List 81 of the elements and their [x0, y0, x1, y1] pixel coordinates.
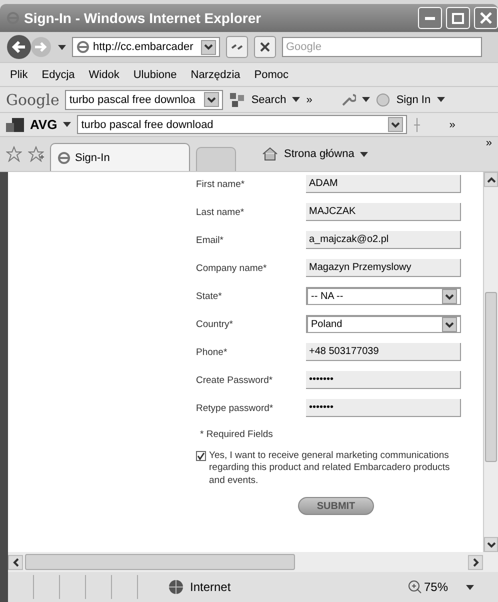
consent-text: Yes, I want to receive general marketing communications regarding this product and related Embarcadero products and events.: [209, 450, 451, 488]
browser-logo-icon: [6, 11, 20, 25]
refresh-button[interactable]: [226, 36, 248, 58]
shield-logo-icon: [6, 118, 24, 132]
vertical-scrollbar[interactable]: [483, 172, 498, 552]
input-field[interactable]: a_majczak@o2.pl: [306, 231, 461, 249]
field-label: Retype password*: [196, 402, 274, 414]
zoom-level[interactable]: 75%: [424, 580, 448, 594]
chevron-icon: [207, 96, 216, 102]
toolbar-search-field[interactable]: turbo pascal free downloa: [65, 90, 224, 110]
sign-in-button[interactable]: Sign In: [396, 94, 431, 106]
submit-button[interactable]: SUBMIT: [298, 497, 374, 516]
chevron-icon: [204, 44, 213, 50]
input-field[interactable]: +48 503177039: [306, 343, 461, 361]
favorites-star-icon[interactable]: [6, 146, 22, 162]
horizontal-scrollbar[interactable]: [0, 552, 498, 572]
more-button[interactable]: »: [306, 94, 312, 106]
more-button[interactable]: »: [449, 118, 456, 130]
field-label: Company name*: [196, 262, 268, 274]
menu-item[interactable]: Plik: [6, 68, 32, 80]
home-button[interactable]: Strona główna: [284, 148, 354, 160]
browser-logo-icon: [76, 40, 90, 54]
close-icon: [260, 42, 270, 52]
caret-icon: [362, 97, 370, 102]
required-note: * Required Fields: [200, 429, 274, 440]
caret-icon: [360, 152, 368, 156]
close-icon: [480, 12, 492, 24]
maximize-button[interactable]: [446, 7, 470, 29]
menu-item[interactable]: Widok: [84, 68, 124, 80]
field-label: Email*: [196, 234, 224, 246]
address-field[interactable]: http://cc.embarcader: [72, 37, 220, 57]
field-label: Create Password*: [196, 374, 274, 386]
select-field[interactable]: Poland: [306, 315, 461, 333]
caret-icon: [58, 44, 66, 50]
caret-icon: [63, 122, 72, 127]
browser-logo-icon: [57, 150, 71, 164]
menu-item[interactable]: Pomoc: [250, 68, 293, 80]
input-field[interactable]: MAJCZAK: [306, 203, 461, 221]
field-label: Last name*: [196, 206, 246, 218]
minimize-icon: [425, 16, 435, 20]
window-title: Sign-In - Windows Internet Explorer: [24, 10, 262, 26]
consent-checkbox[interactable]: [196, 451, 206, 461]
menu-item[interactable]: Narzędzia: [186, 68, 244, 80]
caret-icon: [292, 97, 300, 102]
input-field[interactable]: ADAM: [306, 175, 461, 193]
toolbar-search-field[interactable]: turbo pascal free download: [77, 115, 408, 134]
globe-icon: [168, 579, 184, 595]
field-label: State*: [196, 290, 223, 302]
zoom-icon: [408, 580, 422, 594]
stop-button[interactable]: [254, 36, 276, 58]
close-button[interactable]: [474, 7, 498, 29]
select-field[interactable]: -- NA --: [306, 287, 461, 305]
input-field[interactable]: Magazyn Przemyslowy: [306, 259, 461, 277]
profile-icon: [376, 92, 390, 106]
search-button[interactable]: Search: [251, 94, 286, 106]
password-field[interactable]: •••••••: [306, 399, 461, 417]
menu-item[interactable]: Ulubione: [129, 68, 181, 80]
menu-item[interactable]: Edycja: [38, 68, 79, 80]
caret-icon: [466, 584, 474, 590]
maximize-icon: [452, 12, 464, 24]
home-icon: [262, 147, 278, 161]
more-button[interactable]: »: [486, 137, 492, 149]
field-label: First name*: [196, 178, 246, 190]
add-favorite-icon[interactable]: [28, 146, 44, 162]
caret-icon: [436, 97, 445, 102]
chevron-icon: [445, 322, 454, 328]
search-icon: [229, 92, 246, 108]
chevron-icon: [445, 294, 454, 300]
toolbar-logo: Google: [6, 90, 60, 108]
toolbar-logo: AVG: [30, 117, 58, 132]
field-label: Phone*: [196, 346, 228, 358]
field-label: Country*: [196, 318, 234, 330]
minimize-button[interactable]: [418, 7, 442, 29]
zone-text: Internet: [190, 580, 232, 594]
wrench-icon[interactable]: [340, 92, 356, 108]
browser-tab[interactable]: Sign-In: [50, 143, 190, 171]
back-button[interactable]: [6, 34, 32, 60]
separator-icon: [413, 118, 422, 132]
chevron-icon: [391, 122, 400, 128]
chevron-icon: [486, 542, 496, 548]
password-field[interactable]: •••••••: [306, 371, 461, 389]
